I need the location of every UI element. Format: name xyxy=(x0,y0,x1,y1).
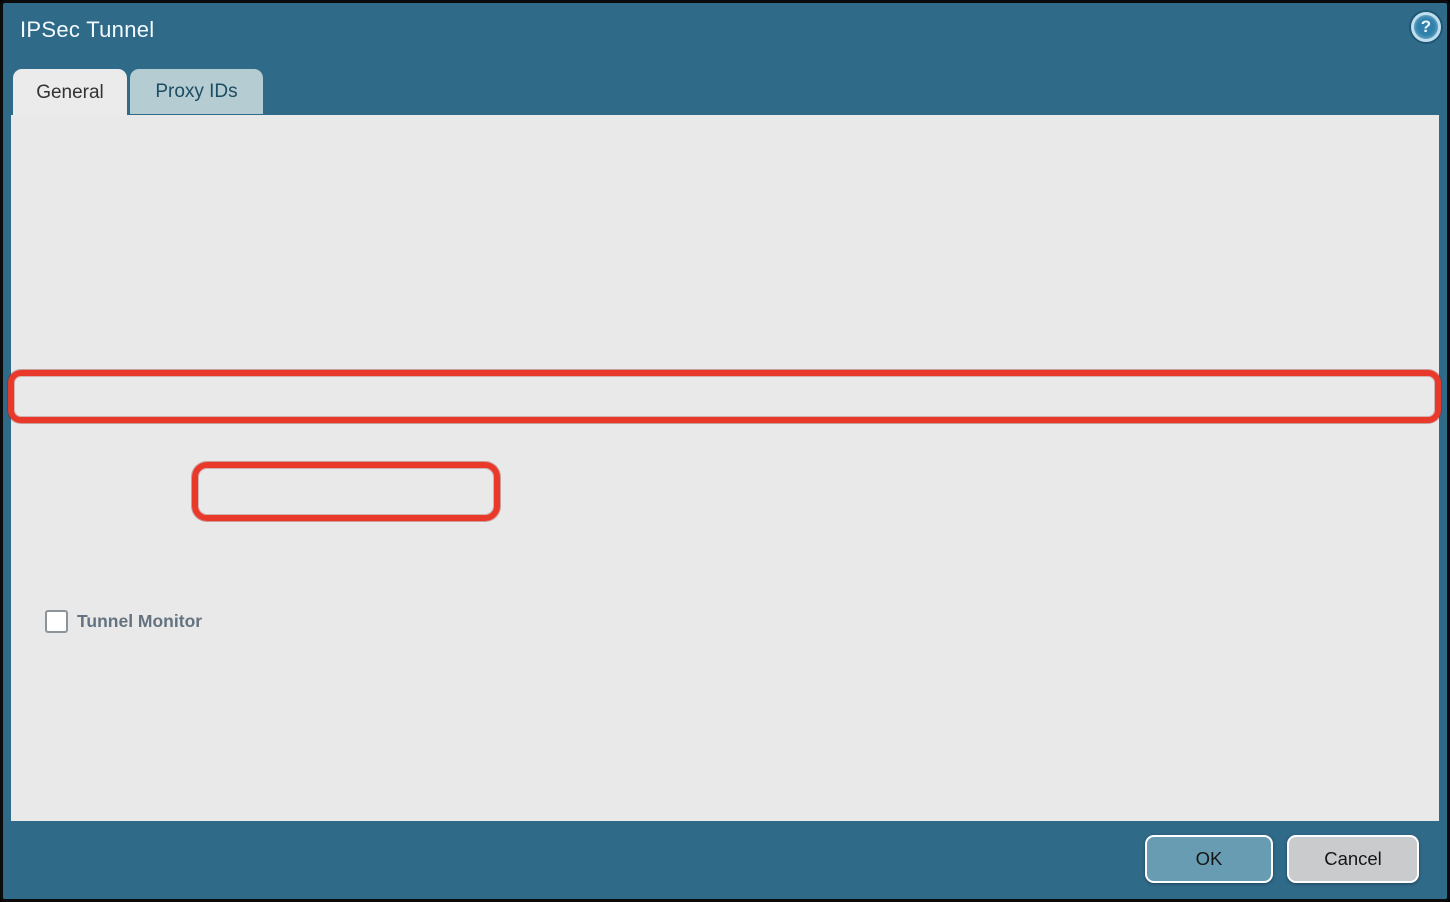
tunnel-monitor-legend: Tunnel Monitor xyxy=(39,607,214,635)
tab-proxy-ids[interactable]: Proxy IDs xyxy=(130,69,263,114)
ipsec-tunnel-dialog: IPSec Tunnel ? General Proxy IDs Name Tu… xyxy=(0,0,1450,902)
ok-button[interactable]: OK xyxy=(1145,835,1273,883)
tunnel-monitor-label: Tunnel Monitor xyxy=(77,611,202,632)
tunnel-monitor-checkbox[interactable] xyxy=(45,610,68,633)
title-bar: IPSec Tunnel ? xyxy=(3,3,1447,69)
tab-general[interactable]: General xyxy=(13,69,127,116)
dialog-title: IPSec Tunnel xyxy=(20,17,154,43)
cancel-button[interactable]: Cancel xyxy=(1287,835,1419,883)
general-tab-panel xyxy=(11,115,1439,821)
help-icon[interactable]: ? xyxy=(1411,12,1441,42)
tab-proxy-ids-label: Proxy IDs xyxy=(155,81,237,103)
tab-general-label: General xyxy=(36,82,104,104)
